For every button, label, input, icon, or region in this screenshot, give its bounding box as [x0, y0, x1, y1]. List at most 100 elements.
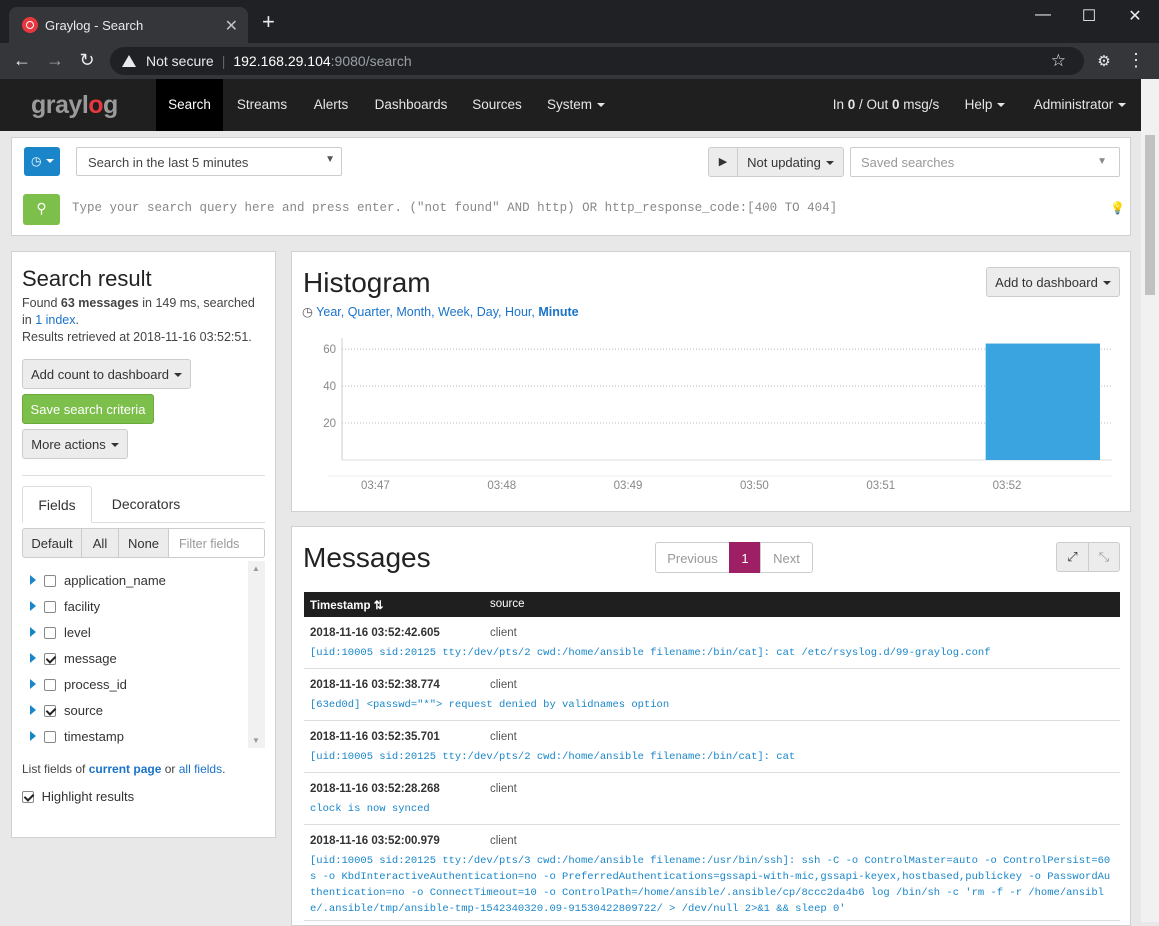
source-column-header[interactable]: source: [490, 598, 525, 610]
nav-user-menu[interactable]: Administrator: [1024, 79, 1136, 131]
expand-field-icon[interactable]: [30, 627, 36, 637]
field-row[interactable]: process_id: [30, 677, 127, 692]
field-row[interactable]: application_name: [30, 573, 166, 588]
star-icon[interactable]: ☆: [1051, 51, 1066, 71]
expand-field-icon[interactable]: [30, 679, 36, 689]
more-actions-button[interactable]: More actions: [22, 429, 128, 459]
resolution-week[interactable]: Week: [438, 305, 470, 319]
nav-dashboards[interactable]: Dashboards: [364, 79, 458, 131]
indices-link[interactable]: 1 index: [35, 313, 75, 327]
scrollbar-thumb[interactable]: [1145, 135, 1155, 295]
field-row[interactable]: message: [30, 651, 117, 666]
nav-streams[interactable]: Streams: [225, 79, 299, 131]
field-name[interactable]: application_name: [64, 573, 166, 588]
tab-close-icon[interactable]: ✕: [225, 16, 238, 36]
tab-fields[interactable]: Fields: [22, 486, 92, 523]
field-checkbox[interactable]: [44, 575, 56, 587]
expand-field-icon[interactable]: [30, 653, 36, 663]
field-checkbox[interactable]: [44, 731, 56, 743]
page-1-button[interactable]: 1: [729, 542, 761, 573]
nav-search[interactable]: Search: [156, 79, 223, 131]
field-checkbox[interactable]: [44, 679, 56, 691]
menu-icon[interactable]: ⋮: [1124, 50, 1148, 71]
field-checkbox[interactable]: [44, 653, 56, 665]
maximize-button[interactable]: ☐: [1074, 6, 1104, 26]
chevron-down-icon: ▼: [1097, 156, 1107, 167]
refresh-interval-button[interactable]: Not updating: [737, 147, 844, 177]
field-row[interactable]: timestamp: [30, 729, 124, 744]
timerange-select[interactable]: Search in the last 5 minutes ▼: [76, 147, 342, 176]
timerange-type-button[interactable]: ◷: [24, 147, 60, 176]
filter-fields-input[interactable]: Filter fields: [168, 528, 265, 558]
add-to-dashboard-button[interactable]: Add to dashboard: [986, 267, 1120, 297]
back-icon[interactable]: ←: [10, 50, 34, 71]
all-fields-link[interactable]: all fields: [179, 762, 222, 776]
field-name[interactable]: message: [64, 651, 117, 666]
add-count-to-dashboard-button[interactable]: Add count to dashboard: [22, 359, 191, 389]
resolution-month[interactable]: Month: [396, 305, 431, 319]
resolution-hour[interactable]: Hour: [505, 305, 531, 319]
field-name[interactable]: timestamp: [64, 729, 124, 744]
field-name[interactable]: process_id: [64, 677, 127, 692]
graylog-logo[interactable]: graylog: [31, 91, 118, 120]
search-query-input[interactable]: Type your search query here and press en…: [72, 201, 837, 215]
field-checkbox[interactable]: [44, 627, 56, 639]
field-name[interactable]: facility: [64, 599, 100, 614]
collapse-icon[interactable]: ⤡: [1088, 542, 1120, 572]
page-scrollbar[interactable]: [1141, 79, 1159, 922]
browser-tab[interactable]: Graylog - Search ✕: [9, 7, 248, 43]
forward-icon[interactable]: →: [43, 50, 67, 71]
checkbox-icon[interactable]: [22, 791, 34, 803]
search-result-summary: Found 63 messages in 149 ms, searched in…: [22, 296, 255, 344]
resolution-minute[interactable]: Minute: [538, 305, 578, 319]
tab-decorators[interactable]: Decorators: [96, 486, 196, 523]
timestamp-column-header[interactable]: Timestamp ⇅: [310, 598, 383, 612]
next-page-button[interactable]: Next: [760, 542, 813, 573]
lightbulb-icon[interactable]: 💡: [1110, 201, 1125, 215]
field-checkbox[interactable]: [44, 601, 56, 613]
expand-field-icon[interactable]: [30, 731, 36, 741]
expand-field-icon[interactable]: [30, 705, 36, 715]
field-row[interactable]: facility: [30, 599, 100, 614]
resolution-day[interactable]: Day: [477, 305, 498, 319]
graylog-favicon-icon: [22, 17, 38, 33]
current-page-link[interactable]: current page: [89, 762, 162, 776]
main-content: ◷ Search in the last 5 minutes ▼ ▶ Not up…: [0, 131, 1141, 926]
expand-field-icon[interactable]: [30, 601, 36, 611]
field-row[interactable]: source: [30, 703, 103, 718]
nav-sources[interactable]: Sources: [462, 79, 532, 131]
expand-field-icon[interactable]: [30, 575, 36, 585]
reload-icon[interactable]: ↻: [75, 50, 99, 71]
search-submit-button[interactable]: ⚲: [23, 194, 60, 225]
message-row[interactable]: 2018-11-16 03:52:42.605 client [uid:10005 …: [304, 617, 1120, 669]
sort-icon[interactable]: ⇅: [374, 600, 384, 612]
field-name[interactable]: source: [64, 703, 103, 718]
nav-system[interactable]: System: [536, 79, 616, 131]
previous-page-button[interactable]: Previous: [655, 542, 730, 573]
fields-default-button[interactable]: Default: [22, 528, 82, 558]
message-row[interactable]: 2018-11-16 03:52:00.979 client [uid:10005 …: [304, 825, 1120, 921]
fields-all-button[interactable]: All: [81, 528, 119, 558]
field-row[interactable]: level: [30, 625, 91, 640]
minimize-button[interactable]: —: [1028, 6, 1058, 24]
nav-alerts[interactable]: Alerts: [302, 79, 360, 131]
extension-icon[interactable]: ⚙: [1092, 52, 1116, 70]
fields-none-button[interactable]: None: [118, 528, 169, 558]
url-input[interactable]: Not secure | 192.168.29.104:9080/search ☆: [110, 47, 1084, 75]
highlight-results-checkbox[interactable]: Highlight results: [22, 789, 134, 804]
expand-icon[interactable]: ⤢: [1056, 542, 1089, 572]
fields-scrollbar[interactable]: ▲ ▼: [248, 561, 265, 748]
play-button[interactable]: ▶: [708, 147, 738, 177]
close-window-button[interactable]: ✕: [1120, 6, 1150, 26]
message-row[interactable]: 2018-11-16 03:52:28.268 client clock is no…: [304, 773, 1120, 825]
new-tab-button[interactable]: +: [262, 11, 275, 33]
message-row[interactable]: 2018-11-16 03:52:35.701 client [uid:10005 …: [304, 721, 1120, 773]
message-row[interactable]: 2018-11-16 03:52:38.774 client [63ed0d] <p…: [304, 669, 1120, 721]
resolution-year[interactable]: Year: [316, 305, 341, 319]
saved-searches-select[interactable]: Saved searches ▼: [850, 147, 1120, 177]
save-search-criteria-button[interactable]: Save search criteria: [22, 394, 154, 424]
field-checkbox[interactable]: [44, 705, 56, 717]
field-name[interactable]: level: [64, 625, 91, 640]
nav-help[interactable]: Help: [956, 79, 1014, 131]
resolution-quarter[interactable]: Quarter: [348, 305, 390, 319]
